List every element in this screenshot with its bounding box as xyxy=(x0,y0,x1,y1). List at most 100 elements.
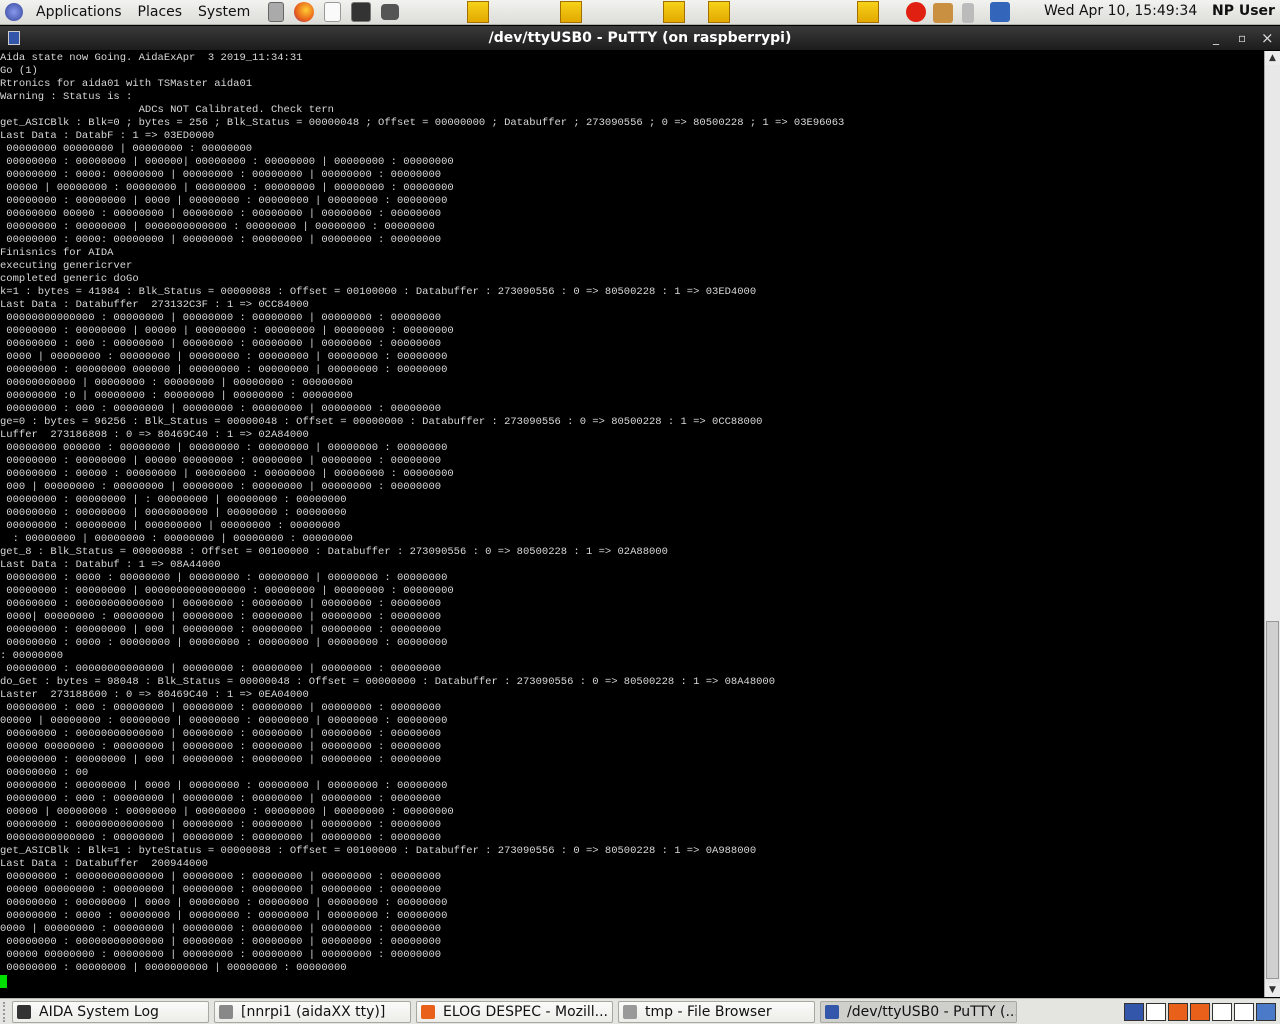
minimize-button[interactable]: _ xyxy=(1213,26,1219,50)
taskbar-button-label: ELOG DESPEC - Mozill... xyxy=(443,1003,609,1020)
workspace-window-icon[interactable] xyxy=(1190,1002,1210,1021)
terminal-line: Go (1) xyxy=(0,65,38,77)
camera-icon[interactable] xyxy=(381,4,400,20)
scrollbar[interactable]: ▲ ▼ xyxy=(1264,51,1280,997)
terminal-line: 00000000000 | 00000000 : 00000000 | 0000… xyxy=(0,377,353,389)
aida-launcher-icon[interactable] xyxy=(663,1,685,23)
terminal-line: 00000000000000 : 00000000 | 00000000 : 0… xyxy=(0,312,442,324)
top-panel: Applications Places System Wed Apr 10, 1… xyxy=(0,0,1280,25)
package-icon[interactable] xyxy=(933,3,953,23)
scrollbar-thumb[interactable] xyxy=(1266,621,1279,979)
terminal-line: 00000000 00000000 | 00000000 : 00000000 xyxy=(0,143,253,155)
workspace-window-icon[interactable] xyxy=(1234,1002,1254,1021)
terminal-line: 00000 | 00000000 : 00000000 | 00000000 :… xyxy=(0,806,454,818)
terminal-line: 00000000 : 00000000000000 | 00000000 : 0… xyxy=(0,728,442,740)
clock[interactable]: Wed Apr 10, 15:49:34 xyxy=(1044,3,1197,19)
text-editor-icon[interactable] xyxy=(324,2,342,22)
aida-launcher-icon[interactable] xyxy=(857,1,879,23)
taskbar-button[interactable]: /dev/ttyUSB0 - PuTTY (... xyxy=(820,1000,1017,1023)
terminal-line: get_ASICBlk : Blk=1 : byteStatus = 00000… xyxy=(0,845,757,857)
file-browser-icon[interactable] xyxy=(268,2,285,22)
taskbar-handle[interactable] xyxy=(3,1001,7,1022)
user-menu[interactable]: NP User xyxy=(1212,3,1275,19)
terminal-line: executing genericrver xyxy=(0,260,133,272)
terminal-line: 00000000 : 00000000000000 | 00000000 : 0… xyxy=(0,871,442,883)
taskbar-button[interactable]: ELOG DESPEC - Mozill... xyxy=(416,1000,613,1023)
terminal-line: 00000 | 00000000 : 00000000 | 00000000 :… xyxy=(0,182,454,194)
workspace-switcher[interactable] xyxy=(1124,1002,1276,1021)
taskbar-button[interactable]: [nnrpi1 (aidaXX tty)] xyxy=(214,1000,411,1023)
putty-icon[interactable] xyxy=(8,31,20,45)
workspace-window-icon[interactable] xyxy=(1146,1002,1166,1021)
terminal-line: get_ASICBlk : Blk=0 ; bytes = 256 ; Blk_… xyxy=(0,117,845,129)
window-title: /dev/ttyUSB0 - PuTTY (on raspberrypi) xyxy=(488,30,792,46)
terminal-line: 00000000 : 000 : 00000000 | 00000000 : 0… xyxy=(0,793,442,805)
terminal-line: : 00000000 xyxy=(0,650,64,662)
terminal-icon xyxy=(17,1004,31,1019)
terminal-line: 00000000 : 00000000 | 0000000000000000 :… xyxy=(0,585,454,597)
terminal-line: 00000000 : 00000000 | 0000000000000 : 00… xyxy=(0,221,435,233)
terminal-line: 00000000 : 00000000 | 000000000 | 000000… xyxy=(0,520,341,532)
network-icon[interactable] xyxy=(990,2,1010,22)
terminal-line: ge=0 : bytes = 96256 : Blk_Status = 0000… xyxy=(0,416,763,428)
terminal-icon xyxy=(219,1004,233,1019)
maximize-button[interactable]: ▫ xyxy=(1238,26,1246,50)
update-notifier-icon[interactable] xyxy=(906,2,926,22)
terminal-line: 00000000 : 00000000 | 000000| 00000000 :… xyxy=(0,156,454,168)
firefox-icon xyxy=(421,1004,435,1019)
terminal-line: Last Data : Databuffer 200944000 xyxy=(0,858,208,870)
terminal-line: 00000 00000000 : 00000000 | 00000000 : 0… xyxy=(0,949,442,961)
terminal-line: 00000000 : 00000000 | 0000 | 00000000 : … xyxy=(0,897,448,909)
firefox-icon[interactable] xyxy=(294,2,315,22)
file-browser-icon xyxy=(623,1004,637,1019)
terminal-line: Last Data : DatabF : 1 => 03ED0000 xyxy=(0,130,215,142)
terminal-line: 00000000 : 0000 : 00000000 | 00000000 : … xyxy=(0,637,448,649)
terminal-line: 00000000 : 000 : 00000000 | 00000000 : 0… xyxy=(0,338,442,350)
terminal-line: 00000000 : 0000 : 00000000 | 00000000 : … xyxy=(0,572,448,584)
scroll-up-arrow-icon[interactable]: ▲ xyxy=(1265,51,1280,65)
terminal-line: 00000000 000000 : 00000000 | 00000000 : … xyxy=(0,442,448,454)
close-button[interactable]: × xyxy=(1261,26,1274,50)
terminal-output[interactable]: Aida state now Going. AidaExApr 3 2019_1… xyxy=(0,51,1264,997)
workspace-window-icon[interactable] xyxy=(1124,1002,1144,1021)
terminal-line: Luffer 273186808 : 0 => 80469C40 : 1 => … xyxy=(0,429,309,441)
terminal-line: 000 | 00000000 : 00000000 | 00000000 : 0… xyxy=(0,481,442,493)
aida-launcher-icon[interactable] xyxy=(708,1,730,23)
terminal-line: 00000000 : 00000000 | 00000 | 00000000 :… xyxy=(0,325,454,337)
window-titlebar[interactable]: /dev/ttyUSB0 - PuTTY (on raspberrypi) _ … xyxy=(0,26,1280,50)
terminal-line: 00000000 : 00000000000000 | 00000000 : 0… xyxy=(0,663,442,675)
scroll-down-arrow-icon[interactable]: ▼ xyxy=(1265,983,1280,997)
terminal-line: 00000000 : 0000 : 00000000 | 00000000 : … xyxy=(0,910,448,922)
terminal-line: 00000000 : 00000 : 00000000 | 00000000 :… xyxy=(0,468,454,480)
terminal-line: 00000000 : 00 xyxy=(0,767,89,779)
terminal-line: get_8 : Blk_Status = 00000088 : Offset =… xyxy=(0,546,668,558)
aida-launcher-icon[interactable] xyxy=(467,1,489,23)
gnome-foot-icon[interactable] xyxy=(5,3,23,21)
terminal-line: 00000000 : 000 : 00000000 | 00000000 : 0… xyxy=(0,702,442,714)
terminal-line: Rtronics for aida01 with TSMaster aida01 xyxy=(0,78,253,90)
terminal-line: Aida state now Going. AidaExApr 3 2019_1… xyxy=(0,52,303,64)
menu-places[interactable]: Places xyxy=(130,4,191,20)
terminal-line: 00000000 :0 | 00000000 : 00000000 | 0000… xyxy=(0,390,353,402)
terminal-line: k=1 : bytes = 41984 : Blk_Status = 00000… xyxy=(0,286,757,298)
terminal-icon[interactable] xyxy=(351,2,372,22)
taskbar-button[interactable]: tmp - File Browser xyxy=(618,1000,815,1023)
terminal-line: 00000000 : 00000000 | 000 | 00000000 : 0… xyxy=(0,624,442,636)
workspace-window-icon[interactable] xyxy=(1256,1002,1276,1021)
workspace-window-icon[interactable] xyxy=(1168,1002,1188,1021)
taskbar-button-label: [nnrpi1 (aidaXX tty)] xyxy=(241,1003,386,1020)
aida-launcher-icon[interactable] xyxy=(560,1,582,23)
terminal-line: 00000000 : 00000000 | 0000000000 | 00000… xyxy=(0,507,347,519)
taskbar-button[interactable]: AIDA System Log xyxy=(12,1000,209,1023)
terminal-line: 00000 00000000 : 00000000 | 00000000 : 0… xyxy=(0,741,442,753)
menu-applications[interactable]: Applications xyxy=(28,4,130,20)
workspace-window-icon[interactable] xyxy=(1212,1002,1232,1021)
volume-icon[interactable] xyxy=(962,3,974,23)
terminal-line: Finisnics for AIDA xyxy=(0,247,114,259)
terminal-line: 00000000 : 00000000000000 | 00000000 : 0… xyxy=(0,936,442,948)
taskbar-button-label: AIDA System Log xyxy=(39,1003,159,1020)
terminal-line: 00000000 : 00000000 | 0000 | 00000000 : … xyxy=(0,780,448,792)
terminal-line: do_Get : bytes = 98048 : Blk_Status = 00… xyxy=(0,676,776,688)
menu-system[interactable]: System xyxy=(190,4,258,20)
terminal-line: 0000 | 00000000 : 00000000 | 00000000 : … xyxy=(0,351,448,363)
